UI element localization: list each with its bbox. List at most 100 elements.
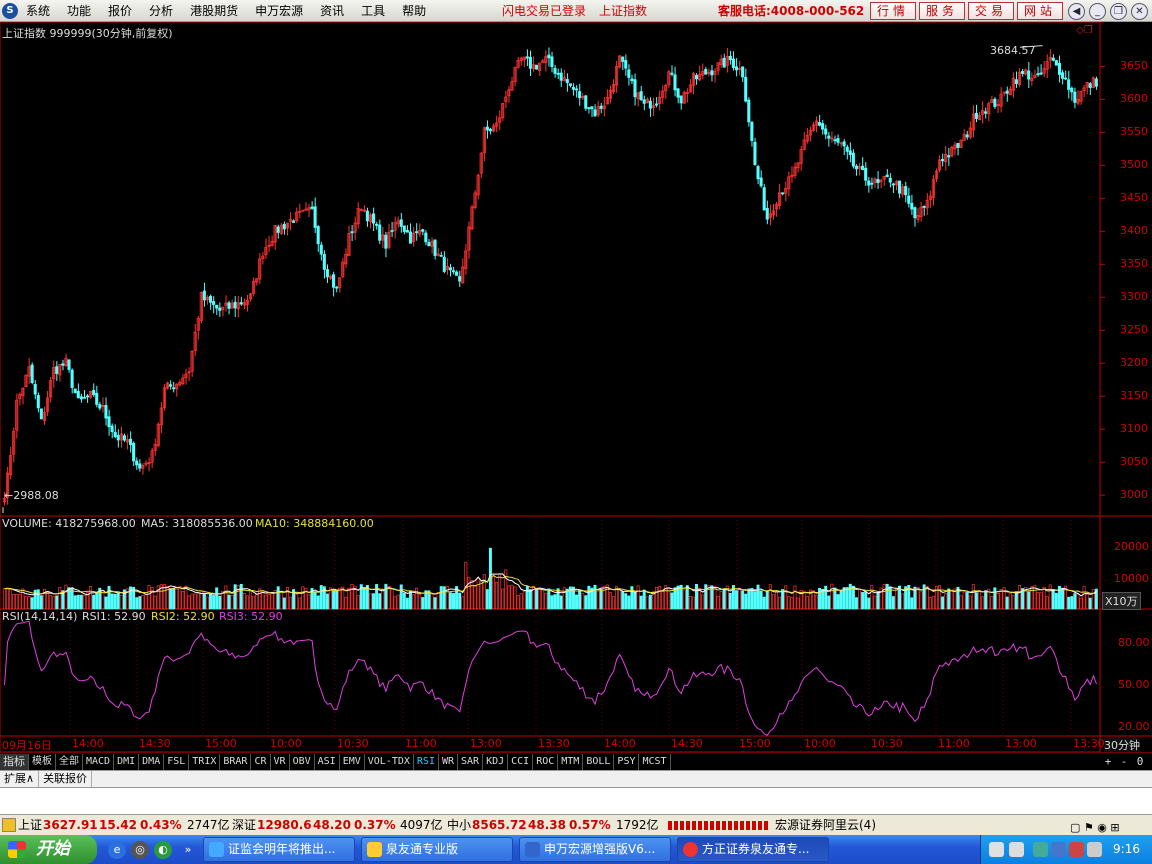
ie-icon[interactable]: e [108,841,126,859]
tray-app-icon[interactable] [989,842,1004,857]
volume-bar [485,589,489,610]
menu-item[interactable]: 帮助 [402,0,426,22]
volume-y-tick: 10000 [1114,572,1149,585]
browser-icon[interactable]: ◐ [154,841,172,859]
zoom-button[interactable]: 0 [1132,754,1148,770]
indicator-tab[interactable]: OBV [290,753,315,770]
indicator-tab[interactable]: BOLL [583,753,615,770]
menu-item[interactable]: 系统 [26,0,50,22]
candle-body [1051,57,1055,61]
indicator-tab[interactable]: VR [271,753,290,770]
menu-item[interactable]: 港股期货 [190,0,238,22]
indicator-tab[interactable]: CR [251,753,271,770]
volume-bar [768,584,772,610]
indicator-tab[interactable]: TRIX [189,753,221,770]
volume-bar [873,595,877,610]
service-button[interactable]: 交易 [968,2,1014,20]
zoom-button[interactable]: - [1116,754,1132,770]
more-icon[interactable]: » [179,841,197,859]
back-icon[interactable]: ◀ [1068,3,1085,20]
volume-bar [885,583,889,610]
indicator-tab[interactable]: ROC [533,753,559,770]
indicator-tab[interactable]: PSY [614,753,640,770]
panel-resize-icon[interactable]: ◇❐ [1076,25,1093,36]
indicator-tab[interactable]: MACD [83,753,115,770]
indicator-tab[interactable]: ASI [315,753,340,770]
service-button[interactable]: 网站 [1017,2,1063,20]
volume-bar [113,593,117,610]
volume-bar [313,591,317,610]
volume-bar [790,597,794,610]
candle-body [648,100,652,109]
candle-body [624,60,628,69]
menu-item[interactable]: 功能 [67,0,91,22]
tray-help-icon[interactable] [1009,842,1024,857]
period-label[interactable]: 30分钟 [1104,737,1140,753]
candle-body [584,95,588,109]
indicator-tab[interactable]: DMI [114,753,140,770]
bottom-tab[interactable]: 关联报价 [39,771,93,787]
indicator-tab[interactable]: BRAR [220,753,252,770]
minimize-icon[interactable]: _ [1089,3,1106,20]
indicator-tab[interactable]: DMA [139,753,165,770]
volume-bar [984,590,988,610]
volume-bar [636,585,640,610]
cloud-server[interactable]: 宏源证券阿里云(4) [775,815,876,835]
volume-bar [12,594,16,610]
menu-item[interactable]: 申万宏源 [255,0,303,22]
tray-arrow-icon[interactable] [1051,842,1066,857]
candle-body [55,366,59,374]
volume-bar [661,590,665,610]
candle-body [571,86,576,90]
candle-body [122,435,126,441]
candle-body [673,74,677,91]
candle-body [439,254,443,257]
volume-bar [245,595,249,610]
bottom-tab[interactable]: 扩展∧ [0,771,40,787]
indicator-tab[interactable]: FSL [164,753,190,770]
task-shenwan[interactable]: 申万宏源增强版V6... [519,837,671,862]
indicator-tab[interactable]: 指标 [0,753,29,770]
rsi-label: RSI(14,14,14) [2,610,78,623]
indicator-tab[interactable]: WR [439,753,459,770]
candle-body [694,74,699,80]
menu-item[interactable]: 报价 [108,0,132,22]
service-button[interactable]: 服务 [919,2,965,20]
candle-body [310,206,314,209]
indicator-tab[interactable]: SAR [458,753,484,770]
sz-value: 12980.6 [257,818,312,832]
media-icon[interactable]: ◎ [131,841,149,859]
menu-item[interactable]: 工具 [361,0,385,22]
volume-bar [787,596,791,610]
task-quanyoutong[interactable]: 泉友通专业版 [361,837,513,862]
indicator-tab[interactable]: CCI [508,753,534,770]
zoom-button[interactable]: + [1100,754,1116,770]
indicator-tab[interactable]: EMV [340,753,365,770]
volume-bar [618,588,622,610]
menu-item[interactable]: 资讯 [320,0,344,22]
candle-body [670,72,674,75]
tray-security-icon[interactable] [1069,842,1084,857]
start-button[interactable]: 开始 [0,835,97,864]
indicator-tab[interactable]: 模板 [29,753,56,770]
indicator-tab[interactable]: MTM [558,753,584,770]
menu-item[interactable]: 分析 [149,0,173,22]
chart-area[interactable]: 上证指数 999999(30分钟,前复权) 3684.57 ←2988.08 ◇… [0,22,1152,753]
indicator-tab[interactable]: RSI [414,753,439,770]
kline-chart[interactable] [0,22,1152,752]
close-icon[interactable]: ✕ [1131,3,1148,20]
tray-network-icon[interactable] [1033,842,1048,857]
task-news[interactable]: 证监会明年将推出... [203,837,355,862]
tray-volume-icon[interactable] [1087,842,1102,857]
volume-bar [519,593,523,610]
candle-body [36,395,40,409]
task-fangzheng[interactable]: 方正证券泉友通专... [677,837,829,862]
indicator-tab[interactable]: 全部 [56,753,83,770]
volume-bar [467,577,471,610]
indicator-tab[interactable]: VOL-TDX [365,753,414,770]
restore-icon[interactable]: ❐ [1110,3,1127,20]
service-button[interactable]: 行情 [870,2,916,20]
indicator-tab[interactable]: KDJ [483,753,509,770]
indicator-tab[interactable]: MCST [639,753,671,770]
candle-body [212,301,216,305]
